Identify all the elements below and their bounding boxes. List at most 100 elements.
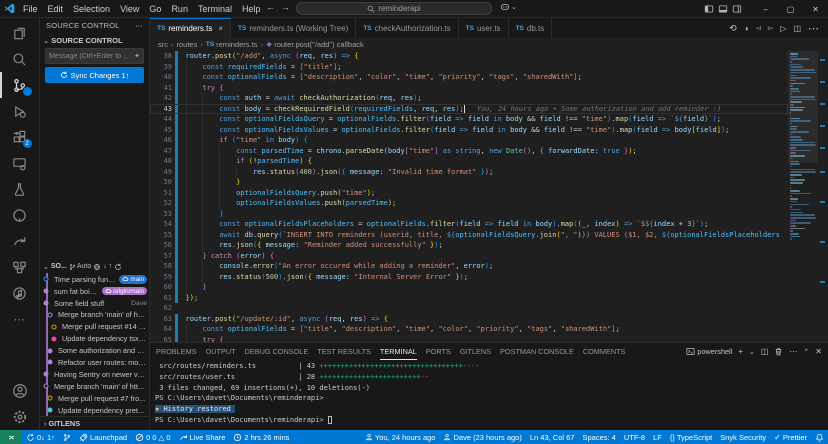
panel-tab-ports[interactable]: PORTS	[426, 347, 451, 356]
code-line-63[interactable]: 63router.post("/update/:id", async (req,…	[150, 314, 788, 325]
activity-account[interactable]	[0, 378, 40, 404]
activity-audio[interactable]	[0, 280, 40, 306]
layout-sidebar-icon[interactable]	[704, 4, 714, 14]
kill-terminal-icon[interactable]	[774, 347, 783, 356]
code-line-43[interactable]: 43const body = checkRequiredField(requir…	[150, 104, 788, 115]
split-editor-icon[interactable]: ◫	[793, 24, 801, 33]
commit-message-input[interactable]: Message (Ctrl+Enter to ... ✦	[45, 48, 144, 64]
more-icon[interactable]: ⋯	[808, 22, 820, 35]
activity-search[interactable]	[0, 46, 40, 72]
breadcrumb-item-routes[interactable]: routes	[177, 40, 198, 49]
menu-file[interactable]: File	[18, 4, 43, 14]
breadcrumb-item-src[interactable]: src	[158, 40, 168, 49]
editor[interactable]: 38router.post("/add", async (req, res) =…	[150, 51, 828, 342]
status-indentation[interactable]: Spaces: 4	[578, 433, 619, 442]
maximize-button[interactable]: ▢	[778, 0, 803, 18]
code-line-44[interactable]: 44const optionalFieldsQuery = optionalFi…	[150, 114, 788, 125]
panel-tab-comments[interactable]: COMMENTS	[583, 347, 626, 356]
breadcrumb-item-router-post-add-callback[interactable]: ❖router.post("/add") callback	[266, 40, 364, 49]
remote-indicator[interactable]	[0, 430, 22, 444]
code-line-39[interactable]: 39const requiredFields = ["title"];	[150, 62, 788, 73]
menu-view[interactable]: View	[115, 4, 144, 14]
activity-source-control[interactable]	[0, 72, 40, 98]
activity-extensions[interactable]: 2	[0, 124, 40, 150]
back-arrow-icon[interactable]: ←	[266, 2, 275, 12]
activity-run-debug[interactable]	[0, 98, 40, 124]
close-panel-icon[interactable]: ✕	[815, 347, 822, 356]
globe-icon[interactable]	[93, 263, 101, 271]
commit-row[interactable]: Having Sentry on newer versi...	[40, 368, 149, 380]
graph-auto-label[interactable]: Auto	[77, 263, 91, 270]
activity-live-share[interactable]	[0, 228, 40, 254]
panel-tab-postman-console[interactable]: POSTMAN CONSOLE	[500, 347, 574, 356]
commit-row[interactable]: Some authorization and a...	[40, 345, 149, 357]
tab-reminders-ts[interactable]: TSreminders.ts×	[150, 18, 231, 38]
menu-run[interactable]: Run	[166, 4, 193, 14]
shell-label[interactable]: powershell	[697, 347, 732, 356]
commit-row[interactable]: Merge pull request #7 fro...	[40, 392, 149, 404]
activity-github[interactable]	[0, 202, 40, 228]
status-cursor-position[interactable]: Ln 43, Col 67	[526, 433, 579, 442]
code-line-54[interactable]: 54const optionalFieldsPlaceholders = opt…	[150, 219, 788, 230]
more-actions-icon[interactable]: ⋯	[789, 347, 797, 356]
source-control-graph-header[interactable]: ⌄ SO... Auto ↓ ↑	[40, 260, 149, 273]
tab-user-ts[interactable]: TSuser.ts	[459, 18, 509, 38]
commit-row[interactable]: Update dependency pretti...	[40, 404, 149, 416]
code-line-51[interactable]: 51optionalFieldsQuery.push("time");	[150, 188, 788, 199]
sparkle-icon[interactable]: ✦	[134, 52, 140, 60]
status-notifications[interactable]	[811, 433, 828, 442]
code-line-38[interactable]: 38router.post("/add", async (req, res) =…	[150, 51, 788, 62]
tab-db-ts[interactable]: TSdb.ts	[509, 18, 553, 38]
status-encoding[interactable]: UTF-8	[620, 433, 649, 442]
status-session-time[interactable]: 2 hrs 26 mins	[229, 433, 293, 442]
code-line-62[interactable]: 62	[150, 303, 788, 314]
panel-tab-gitlens[interactable]: GITLENS	[460, 347, 491, 356]
panel-tab-output[interactable]: OUTPUT	[206, 347, 236, 356]
panel-tab-terminal[interactable]: TERMINAL	[380, 343, 417, 360]
code-line-45[interactable]: 45const optionalFieldsValues = optionalF…	[150, 125, 788, 136]
breadcrumb-item-reminders-ts[interactable]: TSreminders.ts	[206, 40, 258, 49]
code-line-52[interactable]: 52optionalFieldsValues.push(parsedTime);	[150, 198, 788, 209]
minimize-button[interactable]: –	[753, 0, 778, 18]
activity-testing[interactable]	[0, 176, 40, 202]
panel-tab-problems[interactable]: PROBLEMS	[156, 347, 197, 356]
forward-arrow-icon[interactable]: →	[281, 2, 290, 12]
code-line-61[interactable]: 61});	[150, 293, 788, 304]
code-line-53[interactable]: 53}	[150, 209, 788, 220]
code-line-40[interactable]: 40const optionalFields = ["description",…	[150, 72, 788, 83]
status-live-share[interactable]: Live Share	[175, 433, 230, 442]
status-gitlens[interactable]	[59, 433, 75, 442]
code-area[interactable]: 38router.post("/add", async (req, res) =…	[150, 51, 788, 342]
status-launchpad[interactable]: Launchpad	[75, 433, 131, 442]
chevron-down-icon[interactable]: ⌄	[43, 36, 49, 45]
code-line-60[interactable]: 60}	[150, 282, 788, 293]
menu-terminal[interactable]: Terminal	[193, 4, 237, 14]
push-icon[interactable]: ↑	[109, 263, 113, 270]
code-line-41[interactable]: 41try {	[150, 83, 788, 94]
code-line-49[interactable]: 49res.status(400).json({ message: "Inval…	[150, 167, 788, 178]
commit-row[interactable]: Merge branch 'main' of http...	[40, 380, 149, 392]
panel-tab-debug-console[interactable]: DEBUG CONSOLE	[245, 347, 309, 356]
layout-panel-icon[interactable]	[718, 4, 728, 14]
status-language-mode[interactable]: {} TypeScript	[666, 433, 716, 442]
prev-change-icon[interactable]: ◅	[756, 24, 761, 32]
commit-row[interactable]: Refactor user routes: mov...	[40, 357, 149, 369]
code-line-56[interactable]: 56res.json({ message: "Reminder added su…	[150, 240, 788, 251]
open-changes-icon[interactable]: ◑	[744, 24, 749, 33]
code-line-48[interactable]: 48if (!parsedTime) {	[150, 156, 788, 167]
commit-row[interactable]: sum fat boink borigin/main	[40, 285, 149, 297]
code-line-59[interactable]: 59res.status(500).json({ message: "Inter…	[150, 272, 788, 283]
activity-explorer[interactable]	[0, 20, 40, 46]
activity-remote-explorer[interactable]	[0, 150, 40, 176]
activity-organization[interactable]	[0, 254, 40, 280]
code-line-57[interactable]: 57} catch (error) {	[150, 251, 788, 262]
code-line-55[interactable]: 55await db.query(`INSERT INTO reminders …	[150, 230, 788, 241]
sync-changes-button[interactable]: Sync Changes 1↑	[45, 67, 144, 83]
code-line-46[interactable]: 46if ("time" in body) {	[150, 135, 788, 146]
menu-help[interactable]: Help	[237, 4, 266, 14]
commit-row[interactable]: Time parsing functiomain	[40, 273, 149, 285]
maximize-panel-icon[interactable]: ⌃	[803, 348, 809, 356]
fetch-icon[interactable]: ↓	[103, 263, 107, 270]
chevron-down-icon[interactable]: ⌄	[749, 348, 755, 356]
commit-row[interactable]: Merge pull request #14 fr...	[40, 321, 149, 333]
